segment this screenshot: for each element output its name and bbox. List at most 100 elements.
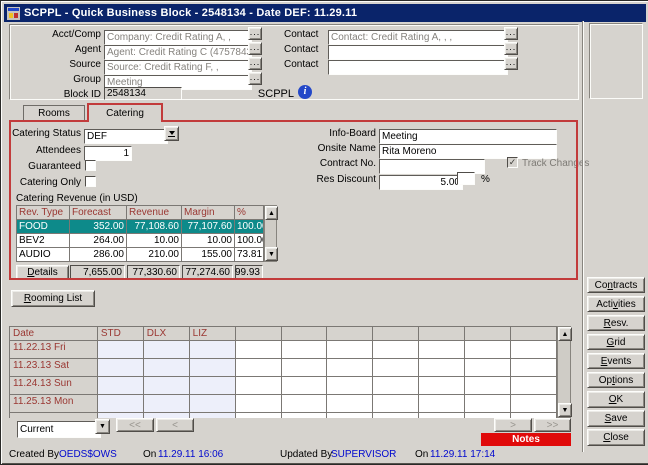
- events-button[interactable]: Events: [587, 353, 645, 369]
- grid-header-cell[interactable]: [373, 327, 419, 341]
- resv-button[interactable]: Resv.: [587, 315, 645, 331]
- grid-date-cell[interactable]: [10, 413, 98, 418]
- grid-row: 11.25.13 Mon: [10, 395, 557, 413]
- tab-rooms[interactable]: Rooms: [23, 105, 85, 121]
- close-button[interactable]: Close: [587, 429, 645, 446]
- grid-button[interactable]: Grid: [587, 334, 645, 350]
- grid-cell[interactable]: [373, 341, 419, 359]
- grid-header-cell[interactable]: STD: [98, 327, 144, 341]
- grid-cell[interactable]: [511, 377, 557, 395]
- grid-cell[interactable]: [419, 395, 465, 413]
- grid-cell[interactable]: [282, 359, 328, 377]
- grid-cell[interactable]: [419, 377, 465, 395]
- grid-cell[interactable]: [236, 413, 282, 418]
- grid-date-cell[interactable]: 11.22.13 Fri: [10, 341, 98, 359]
- contact-2-lookup-button[interactable]: ...: [504, 42, 518, 55]
- grid-cell[interactable]: [511, 395, 557, 413]
- view-select-dropdown-button[interactable]: ▼: [95, 419, 110, 434]
- grid-header-cell[interactable]: [419, 327, 465, 341]
- grid-cell[interactable]: [144, 359, 190, 377]
- grid-cell[interactable]: [190, 395, 236, 413]
- grid-header-date[interactable]: Date: [10, 327, 98, 341]
- view-select[interactable]: [17, 421, 101, 438]
- title-bar[interactable]: SCPPL - Quick Business Block - 2548134 -…: [4, 4, 646, 22]
- options-button[interactable]: Options: [587, 372, 645, 388]
- grid-cell[interactable]: [282, 377, 328, 395]
- next-page-button[interactable]: >: [494, 418, 532, 432]
- grid-date-cell[interactable]: 11.25.13 Mon: [10, 395, 98, 413]
- grid-cell[interactable]: [236, 395, 282, 413]
- grid-date-cell[interactable]: 11.24.13 Sun: [10, 377, 98, 395]
- grid-cell[interactable]: [327, 377, 373, 395]
- grid-cell[interactable]: [236, 341, 282, 359]
- notes-button[interactable]: Notes: [481, 433, 571, 446]
- grid-cell[interactable]: [465, 395, 511, 413]
- grid-header-cell[interactable]: LIZ: [190, 327, 236, 341]
- grid-cell[interactable]: [282, 341, 328, 359]
- scroll-down-icon[interactable]: ▼: [558, 403, 572, 417]
- grid-cell[interactable]: [236, 359, 282, 377]
- last-page-button[interactable]: >>: [534, 418, 571, 432]
- grid-cell[interactable]: [419, 341, 465, 359]
- grid-cell[interactable]: [144, 377, 190, 395]
- contact-3-field[interactable]: [328, 60, 508, 75]
- grid-cell[interactable]: [282, 395, 328, 413]
- grid-cell[interactable]: [373, 395, 419, 413]
- grid-cell[interactable]: [373, 413, 419, 418]
- info-icon[interactable]: i: [298, 85, 312, 99]
- grid-cell[interactable]: [236, 377, 282, 395]
- grid-cell[interactable]: [98, 359, 144, 377]
- created-on-value: 11.29.11 16:06: [158, 449, 223, 460]
- contact-3-label: Contact: [284, 59, 324, 70]
- group-lookup-button[interactable]: ...: [248, 72, 262, 85]
- grid-cell[interactable]: [419, 413, 465, 418]
- grid-header-cell[interactable]: DLX: [144, 327, 190, 341]
- date-grid-scrollbar[interactable]: ▲ ▼: [557, 326, 571, 418]
- grid-cell[interactable]: [144, 341, 190, 359]
- ok-button[interactable]: OK: [587, 391, 645, 408]
- grid-date-cell[interactable]: 11.23.13 Sat: [10, 359, 98, 377]
- grid-cell[interactable]: [465, 341, 511, 359]
- grid-header-cell[interactable]: [465, 327, 511, 341]
- contact-1-lookup-button[interactable]: ...: [504, 27, 518, 40]
- grid-cell[interactable]: [98, 395, 144, 413]
- grid-cell[interactable]: [190, 359, 236, 377]
- save-button[interactable]: Save: [587, 410, 645, 427]
- grid-cell[interactable]: [327, 413, 373, 418]
- rooming-list-button[interactable]: Rooming List: [11, 290, 95, 307]
- grid-header-cell[interactable]: [511, 327, 557, 341]
- contracts-button[interactable]: Contracts: [587, 277, 645, 293]
- grid-cell[interactable]: [511, 359, 557, 377]
- agent-lookup-button[interactable]: ...: [248, 42, 262, 55]
- grid-cell[interactable]: [98, 341, 144, 359]
- grid-header-cell[interactable]: [282, 327, 328, 341]
- grid-cell[interactable]: [419, 359, 465, 377]
- grid-cell[interactable]: [373, 359, 419, 377]
- grid-cell[interactable]: [190, 341, 236, 359]
- grid-cell[interactable]: [327, 395, 373, 413]
- grid-cell[interactable]: [373, 377, 419, 395]
- grid-cell[interactable]: [190, 377, 236, 395]
- grid-cell[interactable]: [465, 377, 511, 395]
- source-lookup-button[interactable]: ...: [248, 57, 262, 70]
- window-title: SCPPL - Quick Business Block - 2548134 -…: [24, 7, 357, 19]
- grid-cell[interactable]: [144, 395, 190, 413]
- prev-page-button[interactable]: <: [156, 418, 194, 432]
- grid-cell[interactable]: [282, 413, 328, 418]
- updated-by-value: SUPERVISOR: [331, 449, 396, 460]
- first-page-button[interactable]: <<: [116, 418, 154, 432]
- grid-cell[interactable]: [511, 341, 557, 359]
- grid-cell[interactable]: [190, 413, 236, 418]
- activities-button[interactable]: Activities: [587, 296, 645, 312]
- grid-cell[interactable]: [98, 377, 144, 395]
- acct-comp-lookup-button[interactable]: ...: [248, 27, 262, 40]
- grid-cell[interactable]: [327, 341, 373, 359]
- tab-catering[interactable]: Catering: [87, 103, 163, 122]
- scroll-up-icon[interactable]: ▲: [558, 327, 572, 341]
- contact-3-lookup-button[interactable]: ...: [504, 57, 518, 70]
- grid-header-cell[interactable]: [327, 327, 373, 341]
- grid-header-cell[interactable]: [236, 327, 282, 341]
- created-on-label: On: [143, 449, 156, 460]
- grid-cell[interactable]: [327, 359, 373, 377]
- grid-cell[interactable]: [465, 359, 511, 377]
